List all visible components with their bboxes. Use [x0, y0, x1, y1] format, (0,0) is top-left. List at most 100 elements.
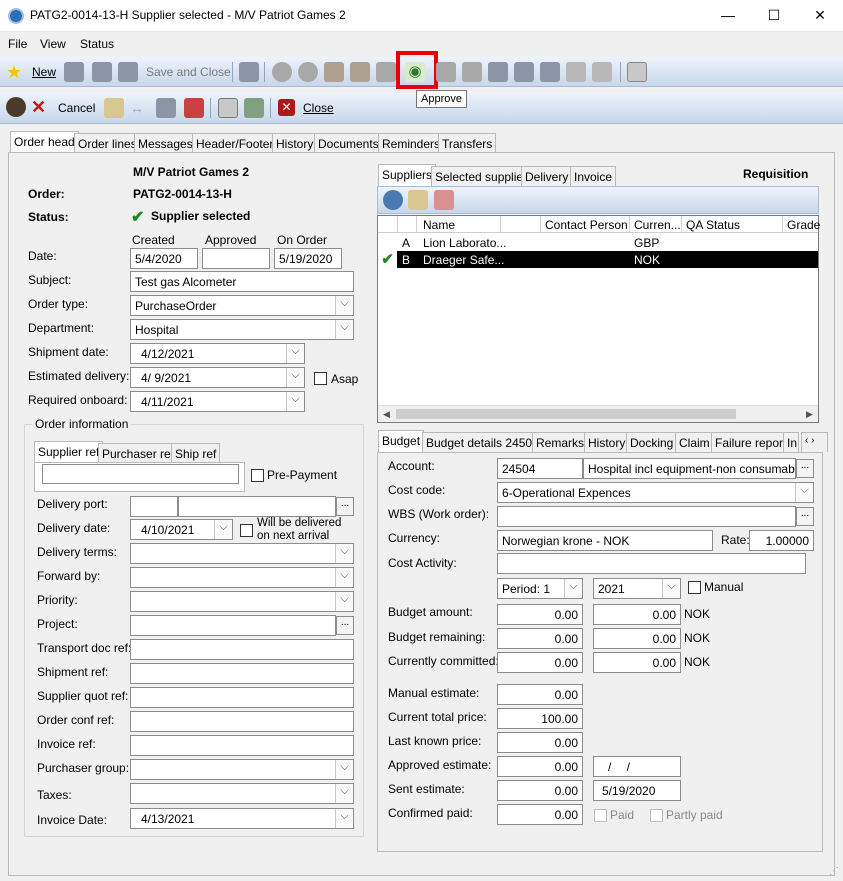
budget-amount-field[interactable]: 0.00	[497, 604, 583, 625]
manual-checkbox[interactable]	[688, 581, 701, 594]
purchaser-group-dropdown[interactable]	[130, 759, 354, 780]
text-icon[interactable]	[218, 98, 238, 118]
invoice-ref-field[interactable]	[130, 735, 354, 756]
paid-checkbox[interactable]	[594, 809, 607, 822]
menu-view[interactable]: View	[40, 37, 66, 51]
sent-estimate-field[interactable]: 0.00	[497, 780, 583, 801]
col-contact[interactable]: Contact Person	[545, 218, 628, 232]
tab-supplier-ref[interactable]: Supplier ref	[34, 441, 104, 463]
subject-field[interactable]: Test gas Alcometer	[130, 271, 354, 292]
print-icon[interactable]	[239, 62, 259, 82]
department-dropdown[interactable]: Hospital	[130, 319, 354, 340]
currency-field[interactable]: Norwegian krone - NOK	[497, 530, 713, 551]
columns-icon[interactable]	[156, 98, 176, 118]
handshake-icon[interactable]	[540, 62, 560, 82]
current-total-field[interactable]: 100.00	[497, 708, 583, 729]
account-name-field[interactable]: Hospital incl equipment-non consumable	[583, 458, 796, 479]
confirmed-paid-field[interactable]: 0.00	[497, 804, 583, 825]
delivery-date-picker[interactable]: 4/10/2021	[130, 519, 233, 540]
close-window-button[interactable]: ✕	[797, 0, 843, 30]
tab-claim[interactable]: Claim	[675, 432, 714, 452]
sent-estimate-date-field[interactable]: 5/19/2020	[593, 780, 681, 801]
tab-delivery[interactable]: Delivery	[521, 166, 573, 186]
rate-field[interactable]: 1.00000	[749, 530, 814, 551]
tab-history[interactable]: History	[272, 133, 318, 153]
onorder-date-field[interactable]: 5/19/2020	[274, 248, 342, 269]
tab-budget[interactable]: Budget	[378, 430, 425, 452]
maximize-button[interactable]: ☐	[751, 0, 797, 30]
new-star-icon[interactable]: ★	[6, 62, 26, 82]
cancel-x-icon[interactable]: ✕	[31, 97, 51, 117]
project-field[interactable]	[130, 615, 336, 636]
tab-suppliers[interactable]: Suppliers	[378, 164, 437, 186]
checkmark-icon[interactable]	[462, 62, 482, 82]
last-known-field[interactable]: 0.00	[497, 732, 583, 753]
tab-invoice[interactable]: Invoice	[570, 166, 617, 186]
tab-order-lines[interactable]: Order lines	[74, 133, 141, 153]
tab-in[interactable]: In	[783, 432, 799, 452]
delivery-port-browse-button[interactable]: ...	[336, 497, 354, 516]
save-close-button[interactable]: Save and Close	[146, 65, 231, 79]
asap-checkbox[interactable]	[314, 372, 327, 385]
tab-documents[interactable]: Documents	[314, 133, 383, 153]
tab-failure-report[interactable]: Failure report	[711, 432, 791, 452]
stamp-icon[interactable]	[376, 62, 396, 82]
shipment-date-picker[interactable]: 4/12/2021	[130, 343, 305, 364]
user-up-icon[interactable]	[272, 62, 292, 82]
save-as-icon[interactable]	[92, 62, 112, 82]
scroll-left-icon[interactable]: ◀	[378, 406, 395, 422]
arrows-icon[interactable]: ↔	[130, 98, 150, 118]
delivery-port-code-field[interactable]	[130, 496, 178, 517]
table-row[interactable]: A Lion Laborato... GBP	[378, 234, 818, 251]
supplier-ref-field[interactable]	[42, 464, 239, 484]
tab-docking[interactable]: Docking	[626, 432, 678, 452]
budget-remaining-field[interactable]: 0.00	[497, 628, 583, 649]
table-row-selected[interactable]: ✔ B Draeger Safe... NOK	[378, 251, 818, 268]
period-dropdown[interactable]: Period: 1	[497, 578, 583, 599]
approve-eye-icon[interactable]: ◉	[405, 62, 425, 82]
prepayment-checkbox[interactable]	[251, 469, 264, 482]
approved-date-field[interactable]	[202, 248, 270, 269]
tab-messages[interactable]: Messages	[134, 133, 197, 153]
truck-icon[interactable]	[488, 62, 508, 82]
scroll-right-icon[interactable]: ▶	[801, 406, 818, 422]
cost-activity-field[interactable]	[497, 553, 806, 574]
partly-paid-checkbox[interactable]	[650, 809, 663, 822]
tab-selected-supplier[interactable]: Selected supplier	[431, 166, 532, 186]
scroll-thumb[interactable]	[396, 409, 736, 419]
tab-purchaser-ref[interactable]: Purchaser ref	[98, 443, 179, 463]
committed-nok-field[interactable]: 0.00	[593, 652, 681, 673]
transport-doc-field[interactable]	[130, 639, 354, 660]
save-close-icon[interactable]	[118, 62, 138, 82]
est-delivery-picker[interactable]: 4/ 9/2021	[130, 367, 305, 388]
remove-supplier-icon[interactable]	[434, 190, 454, 210]
shipment-ref-field[interactable]	[130, 663, 354, 684]
building-icon[interactable]	[514, 62, 534, 82]
horizontal-scrollbar[interactable]: ◀ ▶	[378, 405, 818, 422]
doc-check-icon[interactable]	[244, 98, 264, 118]
col-qa-status[interactable]: QA Status	[686, 218, 740, 232]
delivery-terms-dropdown[interactable]	[130, 543, 354, 564]
tab-budget-details[interactable]: Budget details 24504	[422, 432, 543, 452]
flag-doc-icon[interactable]	[184, 98, 204, 118]
user-down-icon[interactable]	[298, 62, 318, 82]
account-browse-button[interactable]: ...	[796, 459, 814, 478]
budget-remaining-nok-field[interactable]: 0.00	[593, 628, 681, 649]
next-arrival-checkbox[interactable]	[240, 524, 253, 537]
stop-hand-icon[interactable]	[6, 97, 26, 117]
report-icon[interactable]	[627, 62, 647, 82]
created-date-field[interactable]: 5/4/2020	[130, 248, 198, 269]
wbs-browse-button[interactable]: ...	[796, 507, 814, 526]
manual-estimate-field[interactable]: 0.00	[497, 684, 583, 705]
tab-reminders[interactable]: Reminders	[378, 133, 445, 153]
supplier-quot-field[interactable]	[130, 687, 354, 708]
col-currency[interactable]: Curren...	[634, 218, 681, 232]
cancel-button[interactable]: Cancel	[58, 101, 95, 115]
add-supplier-icon[interactable]	[408, 190, 428, 210]
doc-edit-icon[interactable]	[104, 98, 124, 118]
budget-amount-nok-field[interactable]: 0.00	[593, 604, 681, 625]
list-icon[interactable]	[566, 62, 586, 82]
tab-history-budget[interactable]: History	[584, 432, 630, 452]
new-button[interactable]: New	[32, 65, 56, 79]
tab-header-footer[interactable]: Header/Footer	[192, 133, 278, 153]
